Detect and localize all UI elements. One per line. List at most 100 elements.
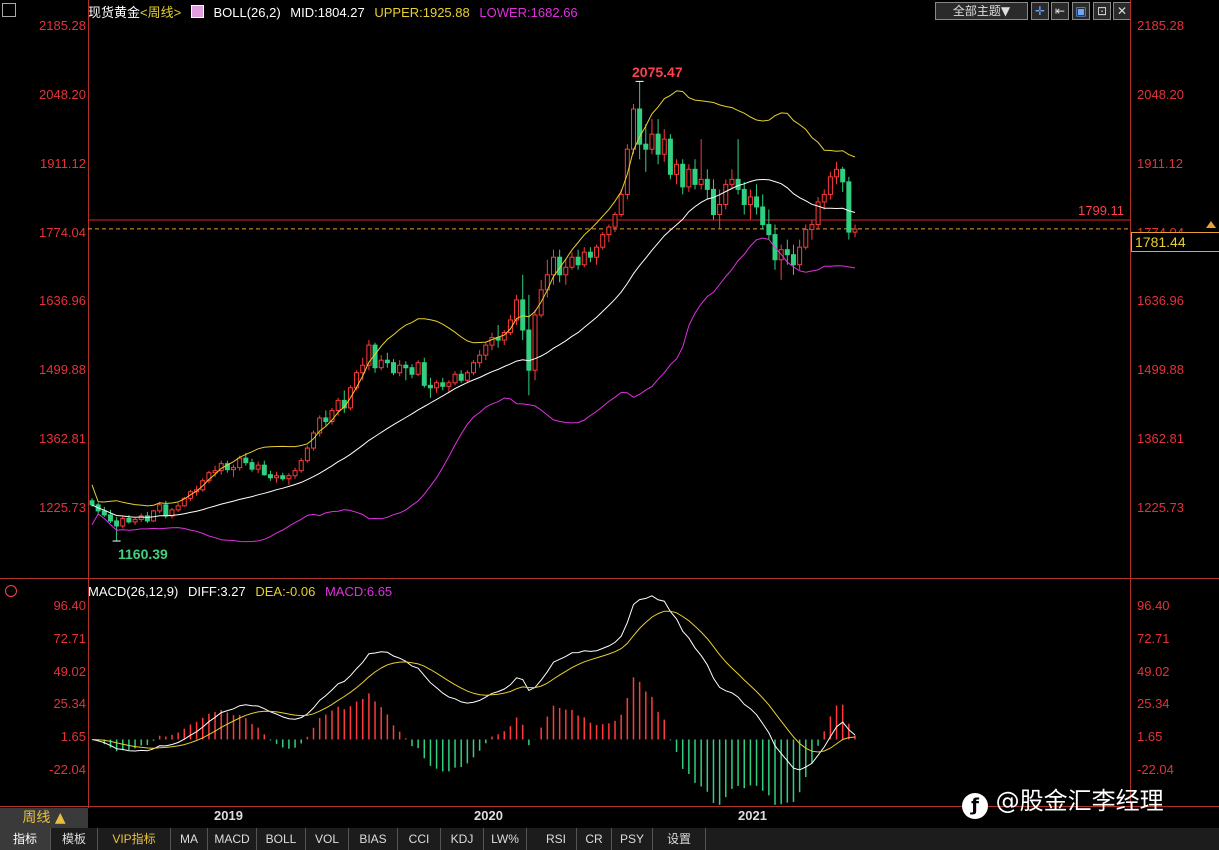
tab-macd[interactable]: MACD: [208, 828, 257, 850]
tab-vol[interactable]: VOL: [306, 828, 349, 850]
tab-settings[interactable]: 设置: [653, 828, 706, 850]
boll-upper-line: [91, 90, 856, 507]
candle-body: [735, 178, 741, 190]
candle-body: [391, 362, 397, 374]
watermark: ƒ @股金汇李经理: [962, 781, 1164, 819]
indicator-tab-bar: 指标 模板 VIP指标 MA MACD BOLL VOL BIAS CCI KD…: [0, 828, 1219, 850]
candle-body: [827, 176, 833, 195]
candle-body: [680, 163, 686, 188]
candle-body: [151, 510, 157, 522]
candle-body: [409, 367, 415, 375]
tab-ma[interactable]: MA: [171, 828, 208, 850]
x-label-2019: 2019: [214, 808, 243, 823]
tab-rsi[interactable]: RSI: [536, 828, 577, 850]
candle-body: [514, 299, 520, 321]
tab-lw[interactable]: LW%: [484, 828, 527, 850]
candle-body: [292, 470, 298, 477]
candle-body: [274, 475, 280, 479]
candle-body: [458, 373, 464, 381]
candle-body: [335, 399, 341, 411]
candle-body: [237, 457, 243, 469]
candle-body: [157, 504, 163, 512]
candle-body: [587, 251, 593, 258]
tab-cci[interactable]: CCI: [398, 828, 441, 850]
candle-body: [840, 168, 846, 183]
candle-body: [612, 214, 618, 228]
macd-dea: DEA:-0.06: [255, 584, 316, 599]
macd-value: MACD:6.65: [324, 584, 393, 599]
tab-boll[interactable]: BOLL: [257, 828, 306, 850]
candle-body: [231, 467, 237, 471]
x-label-2021: 2021: [738, 808, 767, 823]
tab-psy[interactable]: PSY: [612, 828, 653, 850]
candle-body: [360, 364, 366, 374]
candle-body: [698, 178, 704, 185]
tab-template[interactable]: 模板: [51, 828, 98, 850]
tab-kdj[interactable]: KDJ: [441, 828, 484, 850]
candle-body: [483, 344, 489, 356]
candle-body: [280, 475, 286, 480]
candle-body: [304, 447, 310, 462]
candle-body: [175, 505, 181, 511]
alert-arrow-icon[interactable]: [1206, 221, 1216, 228]
macd-settings-icon[interactable]: [5, 585, 17, 597]
chart-canvas[interactable]: [0, 0, 1219, 850]
tab-cr[interactable]: CR: [577, 828, 612, 850]
watermark-text: @股金汇李经理: [995, 787, 1164, 815]
candle-body: [261, 464, 267, 476]
tab-vip-indicator[interactable]: VIP指标: [98, 828, 171, 850]
horizontal-line-label: 1799.11: [1078, 203, 1125, 218]
macd-dea-line: [91, 610, 856, 753]
candle-body: [790, 254, 796, 266]
candle-body: [630, 108, 636, 150]
candle-body: [89, 500, 95, 506]
candle-body: [434, 382, 440, 389]
candle-body: [649, 133, 655, 150]
wechat-logo-icon: ƒ: [962, 793, 988, 819]
candle-body: [440, 382, 446, 387]
candle-body: [323, 417, 329, 422]
period-switch-button[interactable]: 周线 ▲: [0, 808, 88, 828]
candle-body: [563, 266, 569, 276]
candle-body: [532, 314, 538, 371]
candle-body: [163, 504, 169, 517]
macd-name: MACD(26,12,9): [88, 584, 179, 599]
candle-body: [618, 193, 624, 216]
candle-body: [674, 163, 680, 175]
x-label-2020: 2020: [474, 808, 503, 823]
candle-body: [821, 193, 827, 203]
candle-body: [477, 354, 483, 364]
tab-bias[interactable]: BIAS: [349, 828, 398, 850]
candle-body: [710, 188, 716, 216]
candle-body: [643, 143, 649, 150]
candle-body: [415, 362, 421, 375]
tab-indicator[interactable]: 指标: [0, 828, 51, 850]
candle-body: [427, 384, 433, 389]
candle-body: [754, 196, 760, 208]
candle-body: [704, 178, 710, 190]
boll-lower-line: [91, 237, 856, 543]
candle-body: [144, 515, 150, 522]
candle-body: [784, 249, 790, 256]
candle-body: [132, 518, 138, 523]
candle-body: [471, 362, 476, 374]
candle-body: [101, 510, 107, 516]
candle-body: [606, 226, 612, 236]
candle-body: [464, 372, 470, 381]
candle-body: [384, 359, 390, 364]
candle-body: [550, 256, 556, 276]
candle-body: [446, 382, 452, 387]
low-label: 1160.39: [118, 546, 168, 562]
candle-body: [581, 251, 587, 266]
candle-body: [452, 373, 458, 384]
candle-body: [834, 168, 840, 178]
candle-body: [803, 229, 809, 248]
candle-body: [760, 206, 766, 226]
candle-body: [661, 138, 667, 155]
candle-body: [692, 168, 698, 185]
candle-body: [107, 514, 113, 522]
candle-body: [667, 138, 673, 175]
macd-header: MACD(26,12,9) DIFF:3.27 DEA:-0.06 MACD:6…: [88, 584, 398, 602]
candle-body: [403, 364, 409, 369]
candle-body: [267, 474, 273, 479]
